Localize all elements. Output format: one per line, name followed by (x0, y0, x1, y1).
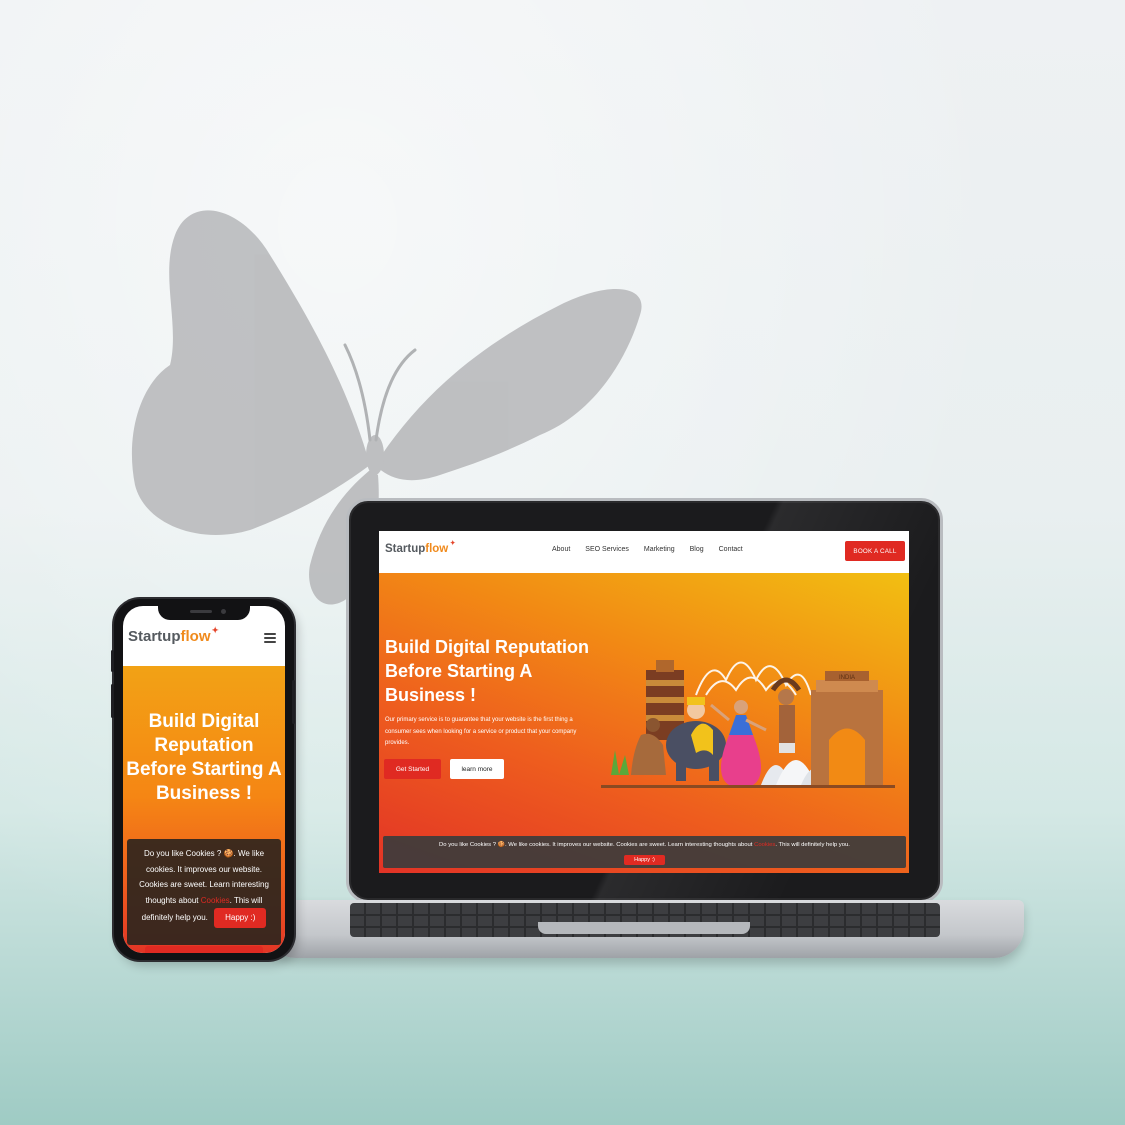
mobile-cookie-text-question: Do you like Cookies ? (143, 849, 222, 858)
laptop-trackpad-notch (538, 922, 750, 934)
hamburger-menu-icon[interactable] (264, 633, 276, 643)
nav-item-marketing[interactable]: Marketing (644, 546, 675, 553)
laptop-screen: Startupflow ✦ About SEO Services Marketin… (379, 531, 909, 873)
india-gate-sign: INDIA (839, 675, 855, 681)
phone-screen: Startupflow ✦ Build Digital Reputation Be… (123, 606, 285, 953)
mobile-cookie-banner: Do you like Cookies ? 🍪. We like cookies… (127, 839, 281, 945)
nav-item-blog[interactable]: Blog (690, 546, 704, 553)
mobile-cookies-link[interactable]: Cookies (201, 896, 230, 905)
cookies-link[interactable]: Cookies (754, 842, 775, 848)
mobile-brand-logo[interactable]: Startupflow ✦ (128, 626, 219, 645)
phone-side-button (111, 650, 114, 672)
nav-item-seo-services[interactable]: SEO Services (585, 546, 629, 553)
brand-name-part1: Startup (385, 543, 426, 555)
mobile-logo-mark-icon: ✦ (211, 626, 219, 635)
mobile-hero: Build Digital Reputation Before Starting… (123, 666, 285, 953)
phone-power-button (292, 680, 295, 724)
nav-item-contact[interactable]: Contact (719, 546, 743, 553)
brand-name-part2: flow (425, 543, 449, 555)
nav-item-about[interactable]: About (552, 546, 570, 553)
desktop-navbar: Startupflow ✦ About SEO Services Marketin… (379, 531, 909, 573)
india-culture-illustration: INDIA (601, 660, 895, 788)
hero-description: Our primary service is to guarantee that… (385, 717, 577, 746)
logo-mark-icon: ✦ (449, 540, 456, 547)
mobile-cookie-accept-button[interactable]: Happy :) (214, 908, 267, 928)
cookie-text-end: . This will definitely help you. (775, 842, 850, 848)
cookie-icon: 🍪 (497, 842, 506, 848)
book-a-call-button[interactable]: BOOK A CALL (845, 541, 905, 561)
desktop-cookie-banner: Do you like Cookies ? 🍪. We like cookies… (383, 836, 906, 868)
cookie-accept-button[interactable]: Happy :) (624, 855, 665, 865)
mobile-cookie-icon: 🍪 (223, 849, 234, 858)
brand-logo[interactable]: Startupflow ✦ (385, 540, 455, 555)
phone-volume-button (111, 684, 114, 718)
learn-more-button[interactable]: learn more (450, 759, 504, 779)
mobile-get-started-button[interactable] (145, 946, 263, 953)
hero-headline: Build Digital Reputation Before Starting… (385, 637, 589, 705)
desktop-hero: Build Digital Reputation Before Starting… (379, 573, 909, 873)
cookie-text-body: . We like cookies. It improves our websi… (505, 842, 753, 848)
mobile-cookie-message: Do you like Cookies ? 🍪. We like cookies… (133, 846, 275, 928)
mobile-brand-name-part1: Startup (128, 628, 181, 645)
cookie-message: Do you like Cookies ? 🍪. We like cookies… (383, 836, 906, 848)
phone-notch (158, 604, 250, 620)
mobile-hero-headline: Build Digital Reputation Before Starting… (126, 711, 282, 804)
mobile-brand-name-part2: flow (180, 628, 211, 645)
cookie-text-question: Do you like Cookies ? (439, 842, 497, 848)
get-started-button[interactable]: Get Started (384, 759, 441, 779)
desktop-nav-menu: About SEO Services Marketing Blog Contac… (552, 546, 743, 553)
